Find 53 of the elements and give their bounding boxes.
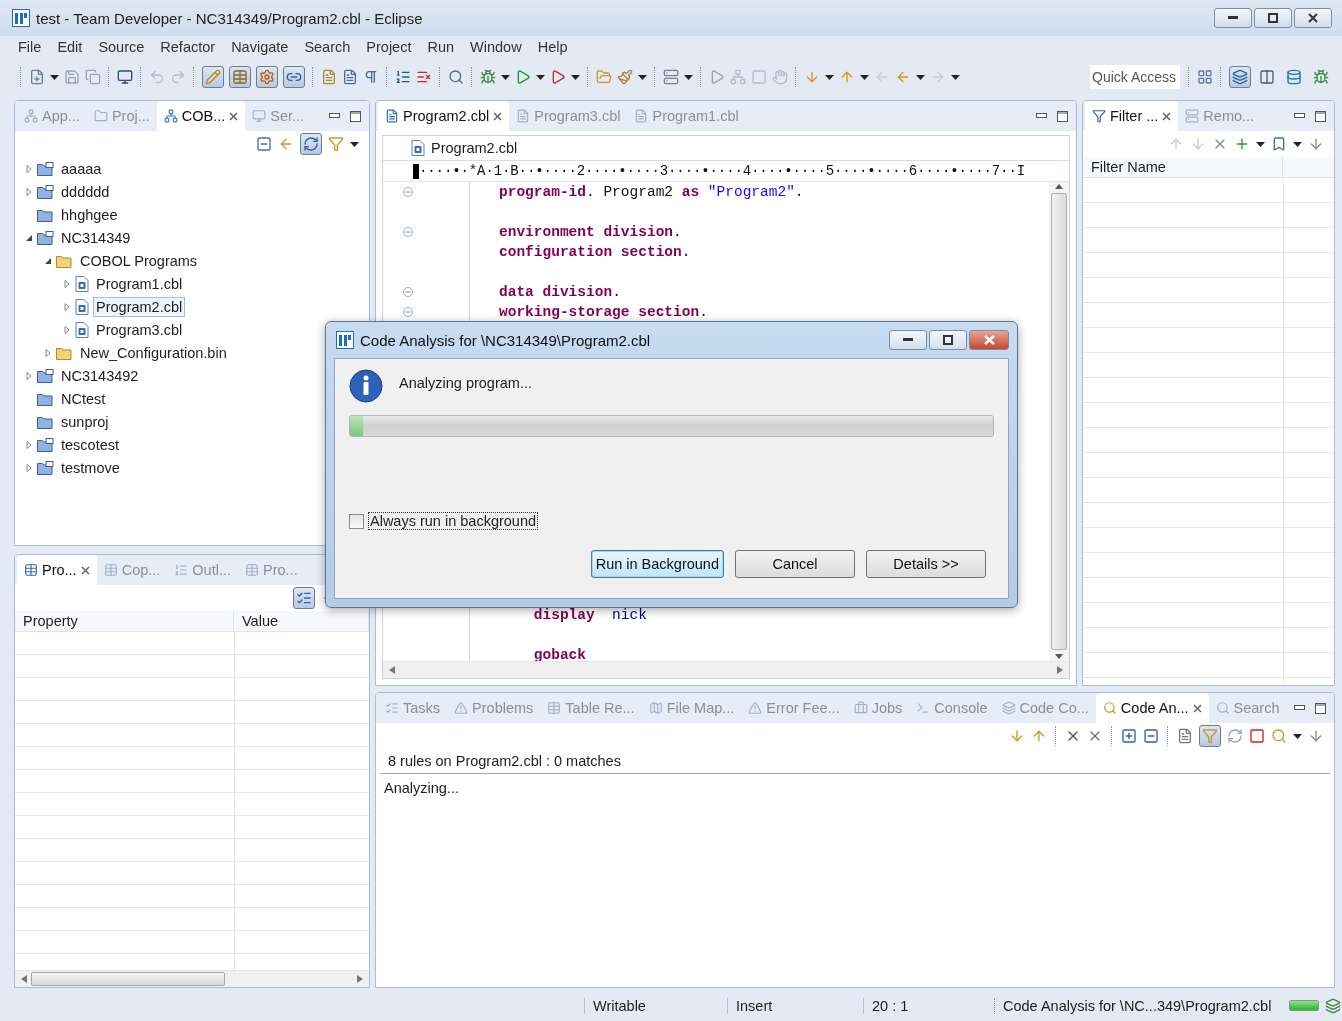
menu-item[interactable]: Help	[529, 39, 576, 55]
status-field: Insert	[727, 997, 863, 1014]
status-message: Analyzing...	[383, 779, 460, 798]
dialog-button[interactable]: Details >>	[866, 550, 986, 578]
breadcrumb[interactable]: Program2.cbl	[431, 140, 518, 156]
menu-item[interactable]: Source	[90, 39, 153, 55]
column-header[interactable]: Value	[234, 611, 369, 631]
tree-item[interactable]: hhghgee	[58, 204, 121, 225]
view-tab[interactable]: Code An...	[1095, 693, 1209, 723]
dialog-button[interactable]: Run in Background	[590, 550, 724, 578]
menu-item[interactable]: Search	[296, 39, 359, 55]
view-tab[interactable]: COB...	[156, 101, 246, 131]
tree-item[interactable]: New_Configuration.bin	[77, 342, 230, 363]
view-tab[interactable]: Filter ...	[1085, 101, 1179, 131]
menu-item[interactable]: Run	[419, 39, 463, 55]
tree-item[interactable]: NCtest	[58, 388, 109, 409]
tree-item[interactable]: aaaaa	[58, 158, 105, 179]
menu-item[interactable]: Refactor	[152, 39, 224, 55]
menu-item[interactable]: File	[10, 39, 50, 55]
code-line: environment division.	[499, 224, 682, 240]
code-line: program-id. Program2 as "Program2".	[499, 184, 804, 200]
column-ruler: ····•·*A·1·B··•····2····•····3····•····4····•····5····•····6····•····7··I	[419, 163, 1025, 179]
window-title: test - Team Developer - NC314349/Program2.cbl - Eclipse	[36, 9, 423, 27]
tree-item[interactable]: dddddd	[58, 181, 113, 202]
job-status[interactable]: Code Analysis for \NC...349\Program2.cbl	[994, 997, 1272, 1014]
tree-item[interactable]: NC3143492	[58, 365, 142, 386]
tree-item[interactable]: Program3.cbl	[93, 319, 186, 340]
tree-item[interactable]: Program1.cbl	[93, 273, 186, 294]
dialog-message: Analyzing program...	[399, 375, 532, 391]
menu-item[interactable]: Project	[358, 39, 420, 55]
checkbox-label[interactable]: Always run in background	[368, 512, 539, 530]
results-summary: 8 rules on Program2.cbl : 0 matches	[380, 749, 1330, 774]
quick-access-field[interactable]: Quick Access	[1089, 64, 1181, 90]
tree-item[interactable]: Program2.cbl	[93, 296, 186, 317]
dialog-button[interactable]: Cancel	[735, 550, 855, 578]
view-tab[interactable]: Program2.cbl	[378, 101, 510, 131]
status-field: 20 : 1	[863, 997, 994, 1014]
menu-item[interactable]: Window	[462, 39, 530, 55]
menu-item[interactable]: Edit	[49, 39, 91, 55]
tree-item[interactable]: tescotest	[58, 434, 123, 455]
menu-item[interactable]: Navigate	[223, 39, 297, 55]
column-header[interactable]: Property	[15, 611, 234, 631]
view-tab[interactable]: Pro...	[17, 555, 97, 585]
dialog-title: Code Analysis for \NC314349\Program2.cbl	[360, 331, 651, 349]
code-line: display nick	[532, 607, 647, 623]
tree-item[interactable]: testmove	[58, 457, 123, 478]
tree-item[interactable]: COBOL Programs	[77, 250, 201, 271]
code-line: data division.	[499, 284, 621, 300]
tree-item[interactable]: sunproj	[58, 411, 112, 432]
code-line: configuration section.	[499, 244, 691, 260]
status-field: Writable	[584, 997, 727, 1014]
code-line: working-storage section.	[499, 304, 708, 320]
tree-item[interactable]: NC314349	[58, 227, 134, 248]
